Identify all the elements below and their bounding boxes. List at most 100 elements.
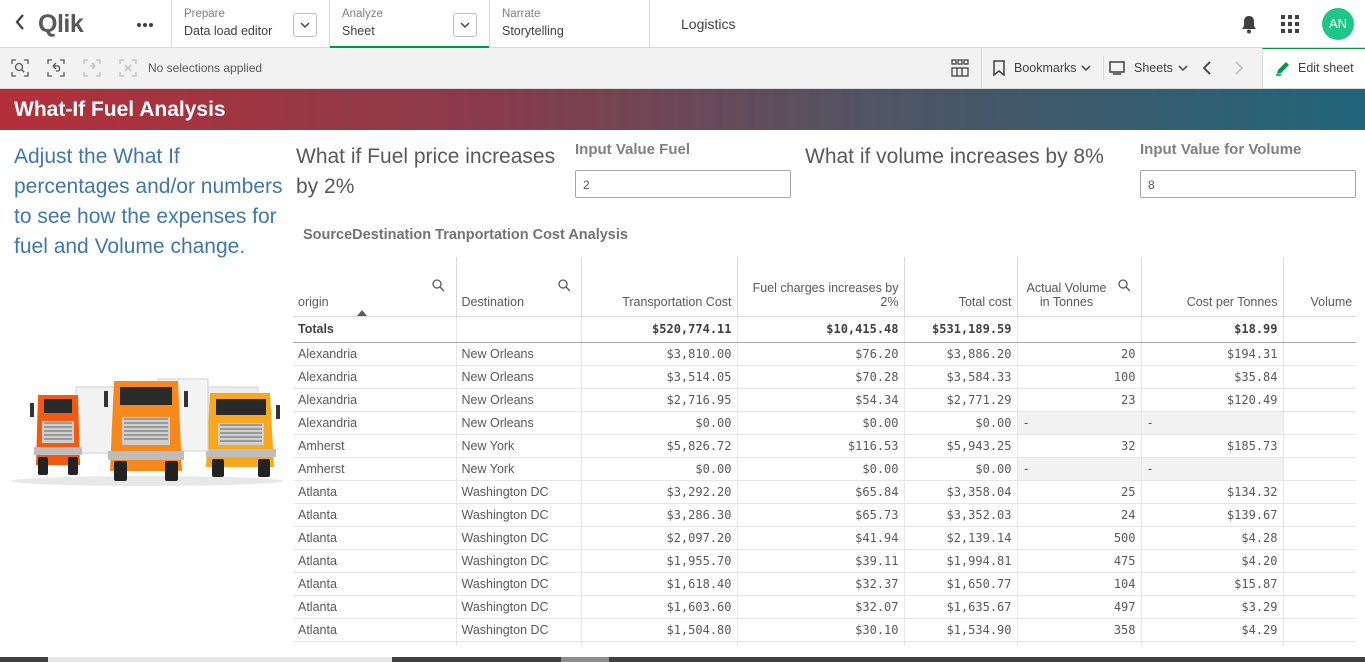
prepare-dropdown-button[interactable] — [293, 13, 317, 37]
fuel-charges-cell: $0.00 — [737, 411, 905, 435]
origin-cell[interactable]: Alexandria — [293, 411, 457, 435]
volume-cell — [1283, 480, 1356, 504]
analyze-dropdown-button[interactable] — [453, 13, 477, 37]
destination-cell[interactable]: Washington DC — [456, 503, 582, 527]
search-icon[interactable] — [1117, 279, 1131, 292]
smart-search-icon[interactable] — [11, 59, 31, 79]
nav-prepare[interactable]: Prepare Data load editor — [171, 0, 329, 48]
origin-cell[interactable]: Atlanta — [293, 595, 457, 619]
origin-cell[interactable]: Atlanta — [293, 549, 457, 573]
destination-cell[interactable]: Washington DC — [456, 572, 582, 596]
bookmark-icon — [993, 60, 1005, 76]
column-header-cost-per-tonnes[interactable]: Cost per Tonnes — [1141, 257, 1284, 317]
volume-input-field[interactable]: 8 — [1140, 170, 1356, 198]
origin-cell[interactable]: Amherst — [293, 457, 457, 481]
origin-cell[interactable]: Alexandria — [293, 365, 457, 389]
destination-cell[interactable]: New Orleans — [456, 388, 582, 412]
table-row[interactable]: Atlanta Washington DC $3,292.20 $65.84 $3,35… — [293, 480, 1356, 504]
table-row[interactable]: Atlanta Washington DC $1,618.40 $32.37 $1,65… — [293, 572, 1356, 596]
transportation-cost-cell: $0.00 — [581, 411, 738, 435]
fuel-charges-cell: $70.28 — [737, 365, 905, 389]
destination-cell[interactable]: New Orleans — [456, 342, 582, 366]
more-options-icon[interactable] — [136, 12, 158, 34]
origin-cell[interactable]: Atlanta — [293, 618, 457, 642]
volume-cell — [1283, 457, 1356, 481]
volume-cell — [1283, 365, 1356, 389]
bookmarks-button[interactable]: Bookmarks — [990, 48, 1100, 88]
column-header-destination[interactable]: Destination — [456, 257, 582, 317]
origin-cell[interactable]: Amherst — [293, 434, 457, 458]
destination-cell[interactable]: New Orleans — [456, 411, 582, 435]
volume-cell — [1283, 434, 1356, 458]
bottom-scrollbar-thumb[interactable] — [561, 657, 609, 662]
origin-cell[interactable] — [293, 641, 457, 646]
header-label: Transportation Cost — [622, 294, 732, 309]
destination-cell[interactable]: Washington DC — [456, 526, 582, 550]
table-title: SourceDestination Tranportation Cost Ana… — [303, 227, 628, 243]
column-header-transportation-cost[interactable]: Transportation Cost — [581, 257, 738, 317]
trucks-image — [8, 365, 286, 487]
search-icon[interactable] — [432, 279, 445, 292]
table-row[interactable]: Atlanta Washington DC $1,603.60 $32.07 $1,63… — [293, 595, 1356, 619]
cost-per-tonnes-cell: $134.32 — [1141, 480, 1284, 504]
origin-cell[interactable]: Atlanta — [293, 480, 457, 504]
destination-cell[interactable]: New York — [456, 457, 582, 481]
destination-cell[interactable]: Washington DC — [456, 549, 582, 573]
origin-cell[interactable]: Atlanta — [293, 526, 457, 550]
bookmarks-label: Bookmarks — [1014, 61, 1077, 75]
table-row[interactable]: Alexandria New Orleans $0.00 $0.00 $0.00- - — [293, 411, 1356, 435]
column-header-total-cost[interactable]: Total cost — [904, 257, 1018, 317]
table-row[interactable]: Alexandria New Orleans $3,810.00 $76.20 $3,8… — [293, 342, 1356, 366]
column-header-fuel-charges[interactable]: Fuel charges increases by 2% — [737, 257, 905, 317]
transportation-cost-cell — [581, 641, 738, 646]
column-header-origin[interactable]: origin — [293, 257, 457, 317]
clear-selections-icon[interactable] — [119, 59, 139, 79]
column-header-volume[interactable]: Volume — [1283, 257, 1356, 317]
sheets-button[interactable]: Sheets — [1104, 48, 1196, 88]
total-fuel-charges: $10,415.48 — [737, 316, 905, 343]
table-row[interactable]: Atlanta Washington DC $3,286.30 $65.73 $3,35… — [293, 503, 1356, 527]
search-icon[interactable] — [557, 279, 571, 292]
destination-cell[interactable]: Washington DC — [456, 480, 582, 504]
destination-cell[interactable]: Washington DC — [456, 595, 582, 619]
table-row[interactable]: Atlanta Washington DC $2,097.20 $41.94 $2,13… — [293, 526, 1356, 550]
cost-per-tonnes-cell: - — [1141, 457, 1284, 481]
table-row[interactable]: Atlanta Washington DC $1,504.80 $30.10 $1,53… — [293, 618, 1356, 642]
destination-cell[interactable]: New Orleans — [456, 365, 582, 389]
edit-sheet-button[interactable]: Edit sheet — [1262, 48, 1365, 88]
back-arrow-icon[interactable] — [14, 13, 34, 35]
user-avatar[interactable]: AN — [1322, 8, 1354, 40]
origin-cell[interactable]: Alexandria — [293, 388, 457, 412]
table-row[interactable] — [293, 641, 1356, 646]
qlik-logo[interactable]: Qlik — [38, 9, 84, 39]
actual-volume-cell: 497 — [1017, 595, 1142, 619]
totals-row: Totals $520,774.11 $10,415.48 $531,189.5… — [293, 316, 1356, 343]
notifications-bell-icon[interactable] — [1240, 14, 1258, 38]
header-label: Destination — [461, 294, 525, 309]
volume-cell — [1283, 549, 1356, 573]
origin-cell[interactable]: Atlanta — [293, 503, 457, 527]
nav-narrate[interactable]: Narrate Storytelling — [489, 0, 649, 48]
table-row[interactable]: Alexandria New Orleans $3,514.05 $70.28 $3,5… — [293, 365, 1356, 389]
column-header-actual-volume[interactable]: Actual Volume in Tonnes — [1017, 257, 1142, 317]
table-row[interactable]: Alexandria New Orleans $2,716.95 $54.34 $2,7… — [293, 388, 1356, 412]
previous-sheet-button[interactable] — [1202, 60, 1218, 76]
table-row[interactable]: Amherst New York $5,826.72 $116.53 $5,943.25… — [293, 434, 1356, 458]
header-label: Volume — [1310, 294, 1353, 309]
step-back-selection-icon[interactable] — [47, 59, 67, 79]
origin-cell[interactable]: Alexandria — [293, 342, 457, 366]
origin-cell[interactable]: Atlanta — [293, 572, 457, 596]
fuel-input-field[interactable]: 2 — [575, 170, 791, 198]
destination-cell[interactable]: Washington DC — [456, 618, 582, 642]
destination-cell[interactable] — [456, 641, 582, 646]
table-row[interactable]: Amherst New York $0.00 $0.00 $0.00- - — [293, 457, 1356, 481]
transportation-cost-cell: $1,504.80 — [581, 618, 738, 642]
volume-cell — [1283, 641, 1356, 646]
step-forward-selection-icon[interactable] — [83, 59, 103, 79]
nav-analyze[interactable]: Analyze Sheet — [329, 0, 490, 49]
next-sheet-button[interactable] — [1234, 60, 1250, 76]
table-row[interactable]: Atlanta Washington DC $1,955.70 $39.11 $1,99… — [293, 549, 1356, 573]
destination-cell[interactable]: New York — [456, 434, 582, 458]
asset-panel-icon[interactable] — [951, 59, 971, 79]
apps-grid-icon[interactable] — [1281, 15, 1299, 37]
